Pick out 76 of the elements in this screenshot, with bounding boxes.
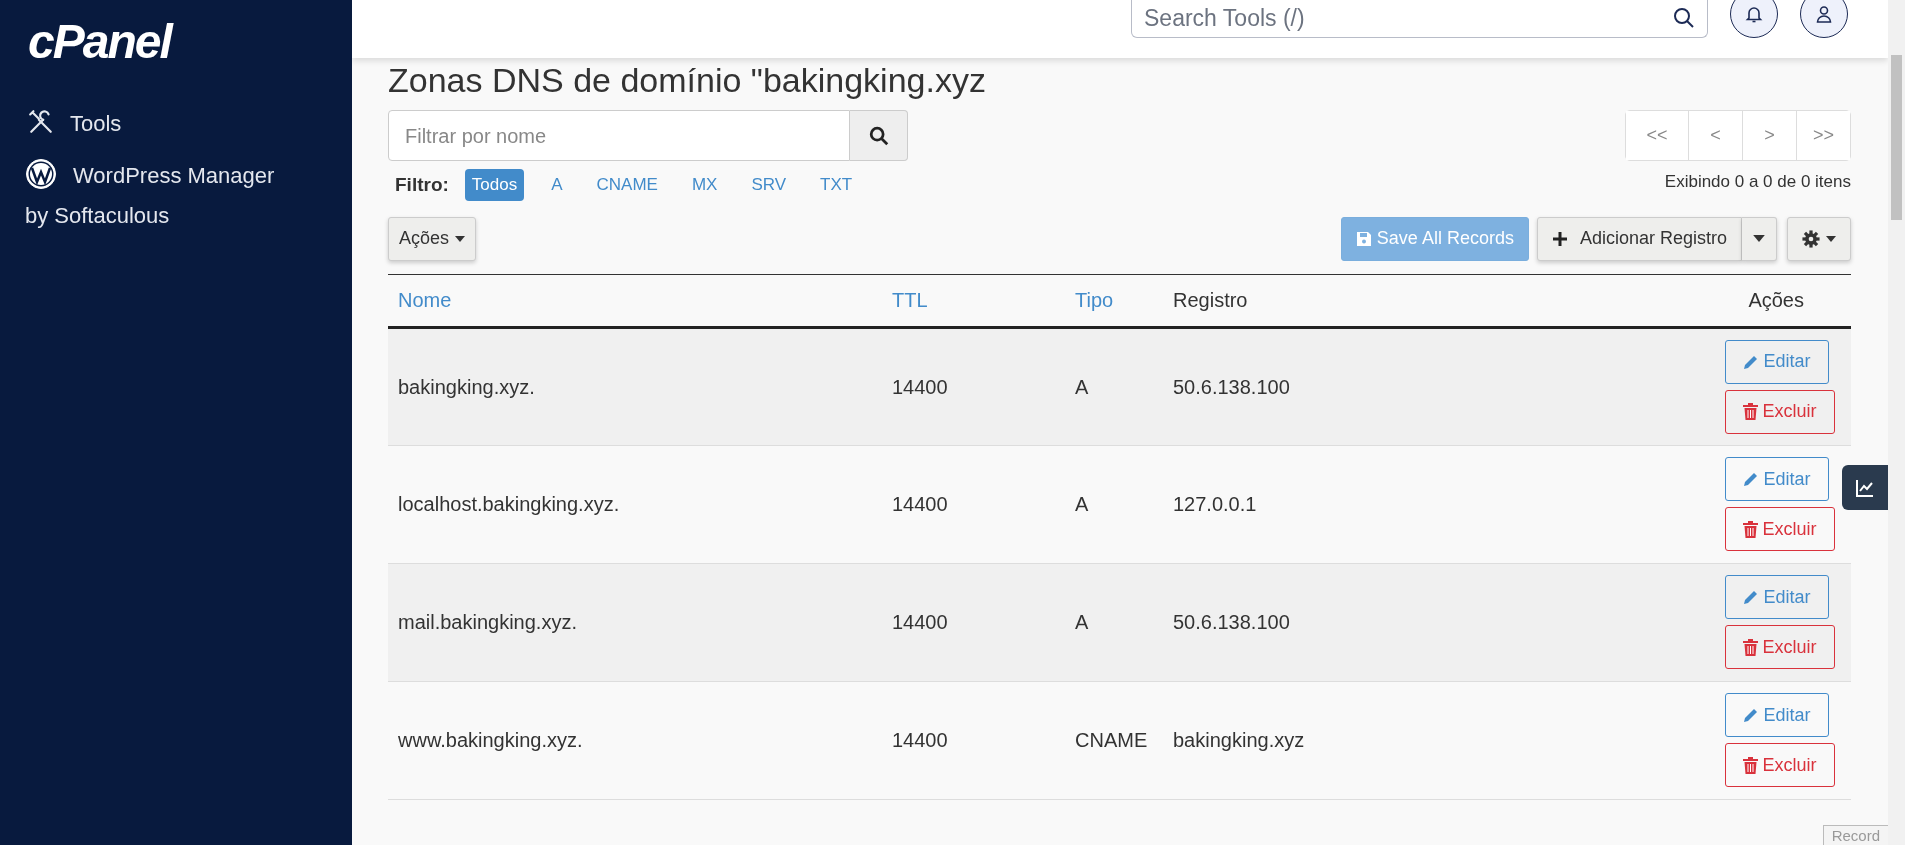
filter-option[interactable]: Todos <box>464 169 525 201</box>
plus-icon <box>1551 230 1568 247</box>
chart-icon <box>1856 478 1874 497</box>
logo[interactable]: cPanel <box>28 18 352 66</box>
user-icon <box>1814 4 1834 24</box>
filter-option[interactable]: CNAME <box>589 169 665 201</box>
column-header[interactable]: Tipo <box>1075 289 1114 311</box>
pencil-icon <box>1743 707 1760 723</box>
scrollbar[interactable] <box>1888 0 1905 845</box>
delete-button[interactable]: Excluir <box>1725 389 1835 434</box>
save-icon <box>1355 230 1372 247</box>
table-cell: 14400 <box>892 375 948 398</box>
table-cell: bakingking.xyz <box>1173 729 1305 751</box>
pencil-icon <box>1743 353 1760 370</box>
trash-icon <box>1743 638 1759 656</box>
column-header: Ações <box>1748 289 1804 311</box>
pencil-icon <box>1743 589 1760 605</box>
column-header[interactable]: Nome <box>398 289 452 311</box>
table-cell: 14400 <box>892 729 948 751</box>
search-icon <box>867 125 890 148</box>
tools-icon <box>28 109 54 136</box>
chart-button[interactable] <box>1842 465 1888 510</box>
settings-button[interactable] <box>1787 216 1851 261</box>
table-cell: 50.6.138.100 <box>1173 611 1290 633</box>
search-field[interactable]: Search Tools (/) <box>1131 0 1708 38</box>
record-tab[interactable]: Record <box>1822 825 1888 845</box>
table-cell: 14400 <box>892 493 948 515</box>
filter-label: Filtro: <box>395 172 449 197</box>
bell-icon <box>1744 4 1764 24</box>
sidebar-item[interactable]: Tools <box>28 104 288 144</box>
filter-option[interactable]: TXT <box>813 169 860 201</box>
filter-option[interactable]: A <box>544 169 570 201</box>
table-cell: A <box>1075 375 1089 398</box>
caret-icon <box>1826 235 1836 242</box>
column-header: Registro <box>1173 289 1248 311</box>
pagination-summary: Exibindo 0 a 0 de 0 itens <box>1664 171 1851 193</box>
table-cell: CNAME <box>1075 729 1148 751</box>
page-button[interactable]: >> <box>1796 111 1850 160</box>
filter-field[interactable]: Filtrar por nome <box>388 110 850 161</box>
sidebar-item[interactable]: WordPress Manager by Softaculous <box>25 156 285 236</box>
table-cell: localhost.bakingking.xyz. <box>398 493 620 515</box>
table-cell: A <box>1075 611 1089 633</box>
actions-dropdown[interactable]: Ações <box>388 216 477 261</box>
filter-option[interactable]: SRV <box>744 169 794 201</box>
trash-icon <box>1743 520 1759 538</box>
edit-button[interactable]: Editar <box>1725 693 1829 737</box>
table-cell: 14400 <box>892 611 948 633</box>
user-button[interactable] <box>1800 0 1848 38</box>
filter-option[interactable]: MX <box>684 169 725 201</box>
table-cell: bakingking.xyz. <box>398 375 535 398</box>
table-cell: A <box>1075 493 1089 515</box>
page-title: Zonas DNS de domínio "bakingking.xyz <box>388 60 987 100</box>
delete-button[interactable]: Excluir <box>1725 507 1835 551</box>
add-record-button[interactable]: Adicionar Registro <box>1536 216 1742 261</box>
edit-button[interactable]: Editar <box>1725 575 1829 619</box>
table-cell: mail.bakingking.xyz. <box>398 611 577 633</box>
edit-button[interactable]: Editar <box>1725 339 1829 384</box>
caret-icon <box>1753 235 1765 242</box>
trash-icon <box>1743 756 1759 774</box>
settings-icon <box>1802 229 1820 248</box>
table-cell: 127.0.0.1 <box>1173 493 1257 515</box>
search-icon <box>1672 6 1696 30</box>
notifications-button[interactable] <box>1730 0 1778 38</box>
dropdown-toggle-button[interactable] <box>1742 216 1777 261</box>
trash-icon <box>1743 403 1759 420</box>
caret-icon <box>455 235 466 242</box>
edit-button[interactable]: Editar <box>1725 457 1829 501</box>
pencil-icon <box>1743 471 1760 487</box>
column-header[interactable]: TTL <box>892 289 928 311</box>
scrollbar-thumb[interactable] <box>1891 55 1902 220</box>
table-cell: 50.6.138.100 <box>1173 375 1290 398</box>
delete-button[interactable]: Excluir <box>1725 625 1835 669</box>
delete-button[interactable]: Excluir <box>1725 743 1835 787</box>
search-button[interactable] <box>850 110 908 161</box>
wordpress-icon <box>25 158 57 191</box>
table-cell: www.bakingking.xyz. <box>398 729 583 751</box>
